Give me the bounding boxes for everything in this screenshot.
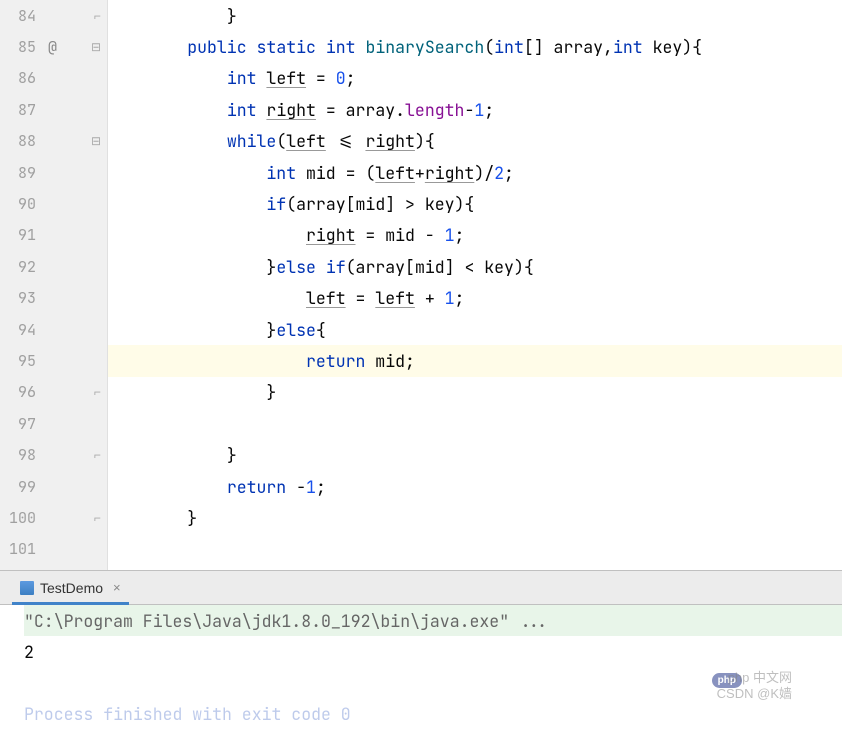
watermark-csdn: CSDN @K嫱 [717, 683, 792, 702]
tab-testdemo[interactable]: TestDemo × [12, 571, 129, 604]
code-line[interactable]: public static int binarySearch(int[] arr… [108, 31, 842, 62]
code-line[interactable]: }else if(array[mid] < key){ [108, 251, 842, 282]
code-line[interactable] [108, 534, 842, 565]
gutter-row: 87 [0, 94, 107, 125]
gutter-row: 84 ⌐ [0, 0, 107, 31]
line-number: 87 [0, 100, 40, 120]
line-number: 99 [0, 477, 40, 497]
code-line[interactable]: } [108, 439, 842, 470]
console-output[interactable]: "C:\Program Files\Java\jdk1.8.0_192\bin\… [0, 605, 842, 729]
line-number: 96 [0, 382, 40, 402]
code-line[interactable]: left = left + 1; [108, 283, 842, 314]
tab-bar: TestDemo × [0, 571, 842, 605]
fold-close-icon[interactable]: ⌐ [94, 449, 101, 461]
gutter-row: 96 ⌐ [0, 377, 107, 408]
code-line[interactable] [108, 408, 842, 439]
line-number: 100 [0, 508, 40, 528]
code-area[interactable]: } public static int binarySearch(int[] a… [108, 0, 842, 570]
gutter-row: 91 [0, 220, 107, 251]
gutter-row: 95 [0, 345, 107, 376]
code-line[interactable]: while(left <= right){ [108, 126, 842, 157]
gutter-row: 101 [0, 534, 107, 565]
code-line[interactable]: } [108, 502, 842, 533]
code-line[interactable]: }else{ [108, 314, 842, 345]
fold-open-icon[interactable]: ⊟ [91, 135, 101, 147]
line-number: 89 [0, 163, 40, 183]
gutter-row: 98 ⌐ [0, 439, 107, 470]
gutter-row: 86 [0, 63, 107, 94]
line-number: 92 [0, 257, 40, 277]
line-number: 101 [0, 539, 40, 559]
console-cmd-line: "C:\Program Files\Java\jdk1.8.0_192\bin\… [24, 605, 842, 636]
close-icon[interactable]: × [109, 580, 121, 595]
gutter-row: 85@ ⊟ [0, 31, 107, 62]
gutter: 84 ⌐ 85@ ⊟ 86 87 88 ⊟ 89 90 91 92 93 94 95 96 ⌐ 97 98 ⌐ 99 10… [0, 0, 108, 570]
line-number: 84 [0, 6, 40, 26]
line-number: 85 [0, 37, 40, 57]
gutter-row: 90 [0, 188, 107, 219]
fold-open-icon[interactable]: ⊟ [91, 41, 101, 53]
gutter-row: 97 [0, 408, 107, 439]
line-number: 86 [0, 68, 40, 88]
line-number: 90 [0, 194, 40, 214]
override-icon[interactable]: @ [40, 37, 57, 57]
gutter-row: 92 [0, 251, 107, 282]
code-line[interactable]: right = mid - 1; [108, 220, 842, 251]
gutter-row: 93 [0, 283, 107, 314]
line-number: 93 [0, 288, 40, 308]
console-exit: Process finished with exit code 0 [24, 698, 842, 729]
gutter-row: 89 [0, 157, 107, 188]
console-stdout: 2 [24, 636, 842, 667]
code-line[interactable]: if(array[mid] > key){ [108, 188, 842, 219]
fold-close-icon[interactable]: ⌐ [94, 512, 101, 524]
gutter-row: 94 [0, 314, 107, 345]
console-panel: TestDemo × "C:\Program Files\Java\jdk1.8… [0, 570, 842, 729]
code-line[interactable]: } [108, 0, 842, 31]
line-number: 88 [0, 131, 40, 151]
gutter-row: 88 ⊟ [0, 126, 107, 157]
code-line[interactable]: return -1; [108, 471, 842, 502]
line-number: 97 [0, 414, 40, 434]
code-editor[interactable]: 84 ⌐ 85@ ⊟ 86 87 88 ⊟ 89 90 91 92 93 94 95 96 ⌐ 97 98 ⌐ 99 10… [0, 0, 842, 570]
gutter-row: 100 ⌐ [0, 502, 107, 533]
line-number: 94 [0, 320, 40, 340]
run-config-icon [20, 581, 34, 595]
code-line[interactable]: int right = array.length-1; [108, 94, 842, 125]
line-number: 95 [0, 351, 40, 371]
gutter-row: 99 [0, 471, 107, 502]
fold-close-icon[interactable]: ⌐ [94, 386, 101, 398]
tab-label: TestDemo [40, 580, 103, 596]
code-line[interactable]: int left = 0; [108, 63, 842, 94]
fold-close-icon[interactable]: ⌐ [94, 10, 101, 22]
code-line[interactable]: return mid; [108, 345, 842, 376]
code-line[interactable]: } [108, 377, 842, 408]
line-number: 91 [0, 225, 40, 245]
line-number: 98 [0, 445, 40, 465]
code-line[interactable]: int mid = (left+right)/2; [108, 157, 842, 188]
